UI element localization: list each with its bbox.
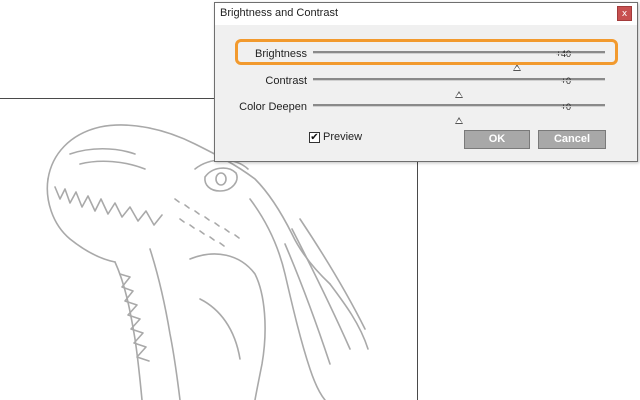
- slider-row-color-deepen: Color Deepen +0: [215, 95, 637, 124]
- brightness-slider-track[interactable]: +40: [313, 49, 605, 71]
- color-deepen-slider-track[interactable]: +0: [313, 102, 605, 124]
- contrast-label: Contrast: [265, 75, 307, 87]
- preview-checkbox[interactable]: ✔: [309, 132, 320, 143]
- color-deepen-slider-thumb[interactable]: [455, 117, 463, 124]
- contrast-slider-track[interactable]: +0: [313, 76, 605, 98]
- slider-row-brightness: Brightness +40: [215, 42, 637, 71]
- dialog-titlebar[interactable]: Brightness and Contrast x: [215, 3, 637, 25]
- slider-row-contrast: Contrast +0: [215, 69, 637, 98]
- dialog-title: Brightness and Contrast: [220, 7, 339, 19]
- color-deepen-label: Color Deepen: [239, 101, 307, 113]
- cancel-button[interactable]: Cancel: [538, 130, 606, 149]
- contrast-value: +0: [560, 76, 571, 86]
- brightness-contrast-dialog: Brightness and Contrast x Brightness +40…: [214, 2, 638, 162]
- brightness-label: Brightness: [255, 48, 307, 60]
- close-button[interactable]: x: [617, 6, 632, 21]
- ok-button[interactable]: OK: [464, 130, 530, 149]
- brightness-value: +40: [555, 49, 571, 59]
- color-deepen-value: +0: [560, 102, 571, 112]
- preview-label[interactable]: Preview: [323, 131, 362, 143]
